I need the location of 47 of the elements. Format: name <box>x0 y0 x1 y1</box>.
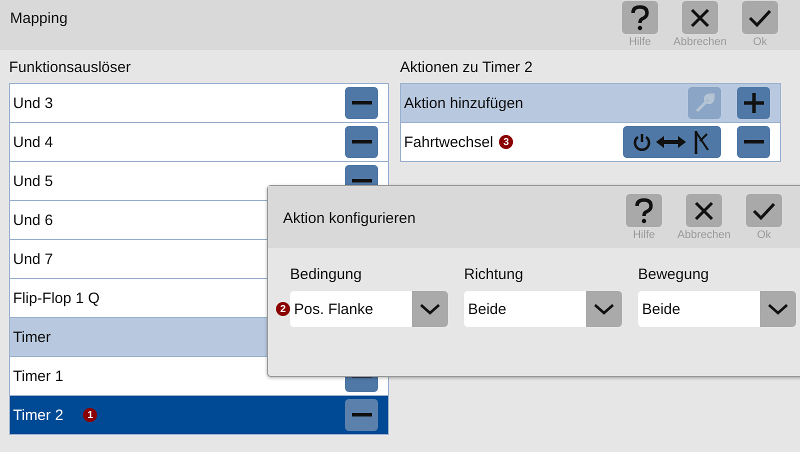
help-button[interactable] <box>622 1 658 34</box>
help-button[interactable] <box>626 194 662 227</box>
chevron-down-icon <box>767 303 789 315</box>
dropdown[interactable]: Beide <box>638 291 796 327</box>
dropdown[interactable]: Beide <box>464 291 622 327</box>
button-label: Ok <box>756 229 772 241</box>
dropdown[interactable]: Pos. Flanke <box>290 291 448 327</box>
section-heading: Aktionen zu Timer 2 <box>400 59 534 78</box>
section-heading: Funktionsauslöser <box>9 59 132 78</box>
number-badge: 2 <box>276 302 290 316</box>
add-button[interactable] <box>737 87 770 119</box>
wrench-icon <box>694 92 716 114</box>
list-item[interactable]: Und 3 <box>10 84 388 123</box>
action-settings-button[interactable] <box>623 126 721 158</box>
cancel-button[interactable] <box>686 194 722 227</box>
checkmark-icon <box>752 200 776 220</box>
checkmark-icon <box>748 8 772 28</box>
minus-icon <box>744 140 764 144</box>
field-label: Bewegung <box>638 266 710 283</box>
list-item[interactable]: Und 4 <box>10 123 388 162</box>
field-label: Richtung <box>464 266 524 283</box>
plus-icon <box>742 92 764 114</box>
button-label: Ok <box>752 36 768 48</box>
button-label: Abbrechen <box>673 36 727 48</box>
ok-button[interactable] <box>746 194 782 227</box>
ok-button[interactable] <box>742 1 778 34</box>
cancel-button[interactable] <box>682 1 718 34</box>
number-badge: 3 <box>499 135 514 149</box>
number-badge: 1 <box>83 408 98 422</box>
help-icon <box>633 198 655 224</box>
button-label: Abbrechen <box>677 229 731 241</box>
power-icon <box>633 132 651 152</box>
minus-icon <box>352 101 372 105</box>
minus-icon <box>352 179 372 183</box>
button-label: Hilfe <box>632 229 655 241</box>
minus-icon <box>352 140 372 144</box>
row-label: Aktion hinzufügen <box>404 94 524 112</box>
chevron-down-icon <box>593 303 615 315</box>
help-icon <box>629 4 651 30</box>
minus-icon <box>352 413 372 417</box>
button-label: Hilfe <box>628 36 651 48</box>
chevron-down-icon <box>419 303 441 315</box>
close-icon <box>689 6 711 28</box>
window-title: Mapping <box>10 10 69 27</box>
close-icon <box>693 200 715 222</box>
double-arrow-icon <box>656 135 686 149</box>
list-item[interactable]: Timer 2 1 <box>10 396 388 434</box>
